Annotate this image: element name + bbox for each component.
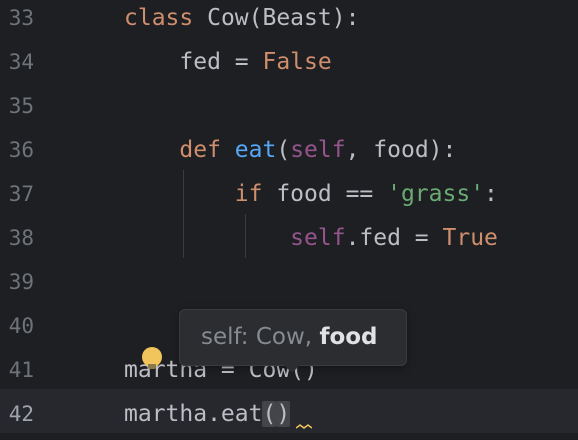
call-expression: martha.eat bbox=[124, 401, 263, 427]
literal-true: True bbox=[442, 225, 498, 251]
line-number-35: 35 bbox=[8, 94, 34, 118]
colon: : bbox=[484, 181, 498, 207]
code-line-42[interactable]: martha.eat() bbox=[124, 392, 291, 436]
code-line-33[interactable]: class Cow(Beast): bbox=[124, 0, 359, 40]
code-line-36[interactable]: def eat(self, food): bbox=[124, 128, 456, 172]
class-signature: Cow(Beast): bbox=[193, 5, 360, 31]
line-number-38: 38 bbox=[8, 226, 34, 250]
param-hint-previous: self: Cow, bbox=[201, 324, 320, 350]
line-number-gutter[interactable]: 33 34 35 36 37 38 39 40 41 42 bbox=[0, 0, 90, 440]
self-ref: self bbox=[290, 225, 346, 251]
matched-paren-close: ) bbox=[276, 401, 291, 427]
line-number-39: 39 bbox=[8, 270, 34, 294]
function-name: eat bbox=[234, 137, 277, 163]
matched-paren-open: ( bbox=[262, 401, 277, 427]
self-param: self bbox=[290, 137, 346, 163]
code-line-38[interactable]: self.fed = True bbox=[124, 216, 498, 260]
keyword-if: if bbox=[234, 181, 263, 207]
assign-operator: = bbox=[220, 49, 263, 75]
literal-false: False bbox=[262, 49, 332, 75]
popup-pointer bbox=[284, 365, 300, 373]
line-number-40: 40 bbox=[8, 314, 34, 338]
keyword-class: class bbox=[124, 5, 194, 31]
line-number-42: 42 bbox=[8, 402, 34, 426]
code-line-34[interactable]: fed = False bbox=[124, 40, 332, 84]
string-literal: 'grass' bbox=[387, 181, 485, 207]
keyword-def: def bbox=[179, 137, 221, 163]
line-number-33: 33 bbox=[8, 6, 34, 30]
parameter-info-popup: self: Cow, food bbox=[179, 309, 407, 366]
code-line-37[interactable]: if food == 'grass': bbox=[124, 172, 498, 216]
line-number-41: 41 bbox=[8, 358, 34, 382]
line-number-36: 36 bbox=[8, 138, 34, 162]
condition: food == bbox=[262, 181, 388, 207]
lightbulb-icon[interactable] bbox=[142, 347, 162, 369]
params-rest: , food): bbox=[345, 137, 457, 163]
open-paren: ( bbox=[276, 137, 291, 163]
warning-squiggle-icon bbox=[296, 424, 312, 429]
line-number-37: 37 bbox=[8, 182, 34, 206]
line-number-34: 34 bbox=[8, 50, 34, 74]
code-editor[interactable]: 33 34 35 36 37 38 39 40 41 42 class Cow(… bbox=[0, 0, 578, 440]
param-hint-current: food bbox=[319, 324, 378, 350]
assignment: .fed = bbox=[345, 225, 443, 251]
attribute-name: fed bbox=[179, 49, 221, 75]
